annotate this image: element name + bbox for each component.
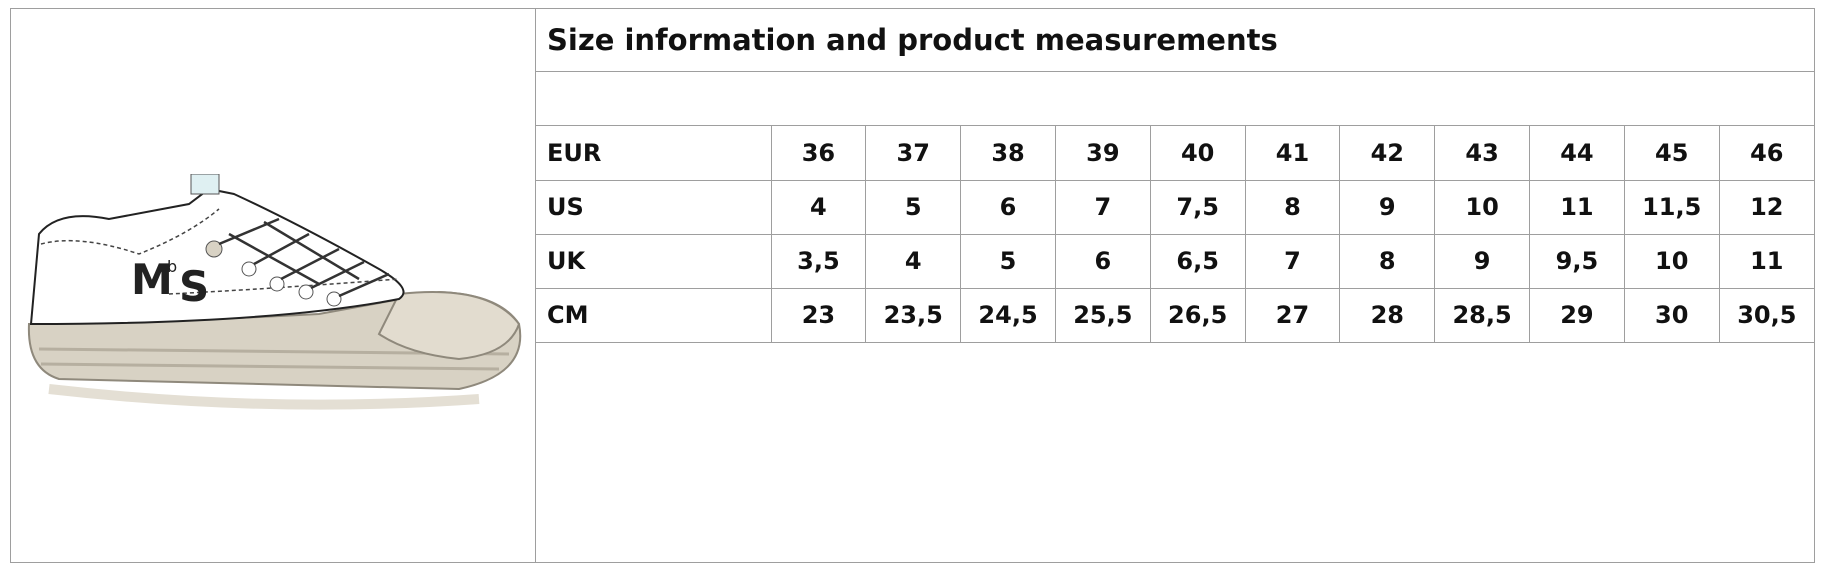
size-cell: 25,5 [1054,288,1151,343]
size-guide-frame: M b S Size information and product measu… [10,8,1815,563]
row-label: EUR [536,126,771,181]
page-title: Size information and product measurement… [536,9,1814,72]
size-cell: 36 [770,126,866,181]
size-cell: 6 [1054,234,1151,289]
svg-text:S: S [179,262,209,311]
size-cell: 27 [1244,288,1340,343]
size-cell: 8 [1244,180,1340,235]
row-label: US [536,180,771,235]
size-cell: 9 [1339,180,1435,235]
size-table-panel: Size information and product measurement… [536,9,1814,343]
size-cell: 11 [1718,234,1814,289]
size-cell: 11,5 [1623,180,1720,235]
size-cell: 12 [1718,180,1814,235]
product-image-panel: M b S [11,9,536,562]
size-cell: 6,5 [1149,234,1246,289]
row-label: UK [536,234,771,289]
size-cell: 5 [960,234,1056,289]
size-cell: 30,5 [1718,288,1814,343]
table-row: CM 23 23,5 24,5 25,5 26,5 27 28 28,5 29 30 30,5 [536,288,1814,343]
size-cell: 42 [1339,126,1435,181]
size-cell: 40 [1149,126,1246,181]
size-cell: 43 [1434,126,1530,181]
size-cell: 38 [960,126,1056,181]
sneaker-illustration: M b S [27,174,522,410]
size-cell: 46 [1718,126,1814,181]
size-cell: 28,5 [1434,288,1530,343]
size-cell: 8 [1339,234,1435,289]
table-row: UK 3,5 4 5 6 6,5 7 8 9 9,5 10 11 [536,234,1814,289]
size-cell: 3,5 [770,234,866,289]
size-table: EUR 36 37 38 39 40 41 42 43 44 45 46 US 4 5 6 7 7,5 8 9 10 11… [536,126,1814,343]
size-cell: 24,5 [960,288,1056,343]
row-label: CM [536,288,771,343]
size-cell: 10 [1434,180,1530,235]
size-cell: 7,5 [1149,180,1246,235]
size-cell: 39 [1054,126,1151,181]
size-cell: 30 [1623,288,1720,343]
size-cell: 44 [1529,126,1625,181]
size-cell: 7 [1244,234,1340,289]
table-row: EUR 36 37 38 39 40 41 42 43 44 45 46 [536,126,1814,181]
size-cell: 11 [1529,180,1625,235]
size-cell: 23 [770,288,866,343]
svg-text:b: b [167,257,177,276]
size-cell: 28 [1339,288,1435,343]
table-spacer-row [536,72,1814,126]
size-cell: 6 [960,180,1056,235]
size-cell: 7 [1054,180,1151,235]
size-cell: 10 [1623,234,1720,289]
size-cell: 29 [1529,288,1625,343]
size-cell: 9,5 [1529,234,1625,289]
size-cell: 23,5 [865,288,961,343]
size-cell: 9 [1434,234,1530,289]
size-cell: 41 [1244,126,1340,181]
size-cell: 37 [865,126,961,181]
size-cell: 4 [770,180,866,235]
size-cell: 45 [1623,126,1720,181]
table-row: US 4 5 6 7 7,5 8 9 10 11 11,5 12 [536,180,1814,235]
size-cell: 4 [865,234,961,289]
size-cell: 5 [865,180,961,235]
size-cell: 26,5 [1149,288,1246,343]
